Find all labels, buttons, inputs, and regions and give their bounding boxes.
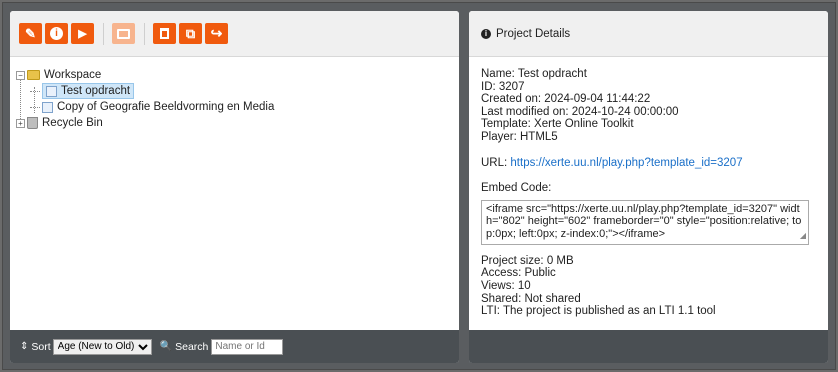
shared-status: Shared: Not shared: [481, 292, 581, 305]
search-label: Search: [175, 340, 209, 353]
details-title: Project Details: [496, 27, 571, 40]
details-footer: [469, 330, 828, 363]
details-header: i Project Details: [469, 11, 828, 57]
embed-code-textarea[interactable]: <iframe src="https://xerte.uu.nl/play.ph…: [481, 199, 809, 245]
folder-icon: [27, 70, 40, 80]
info-icon: i: [481, 28, 491, 39]
collapse-toggle[interactable]: −: [16, 70, 25, 80]
delete-icon: [160, 28, 169, 39]
details-panel: i Project Details Name: Test opdracht ID…: [469, 11, 828, 363]
workspace-panel: ✎ i ▶ ⧉ ↪ − Workspace Test opdracht Copy…: [10, 11, 459, 363]
expand-toggle[interactable]: +: [16, 118, 25, 128]
lti-status: LTI: The project is published as an LTI …: [481, 305, 716, 318]
player-name: Player: HTML5: [481, 130, 558, 143]
properties-button[interactable]: i: [45, 23, 68, 44]
sort-icon: ⇕: [20, 341, 29, 352]
access-level: Access: Public: [481, 267, 556, 280]
play-icon: ▶: [78, 28, 87, 40]
project-size: Project size: 0 MB: [481, 254, 574, 267]
file-icon: [42, 101, 53, 113]
tree-node-workspace[interactable]: − Workspace: [16, 67, 459, 83]
view-count: Views: 10: [481, 279, 531, 292]
search-icon: 🔍: [159, 341, 173, 352]
embed-code-text: <iframe src="https://xerte.uu.nl/play.ph…: [486, 202, 802, 240]
tree-node-copy-geografie[interactable]: Copy of Geografie Beeldvorming en Media: [16, 99, 459, 115]
share-button[interactable]: ↪: [205, 23, 228, 44]
delete-button[interactable]: [153, 23, 176, 44]
tree-node-test-opdracht[interactable]: Test opdracht: [16, 83, 459, 99]
tree-node-recycle-bin[interactable]: + Recycle Bin: [16, 115, 459, 131]
project-url-link[interactable]: https://xerte.uu.nl/play.php?template_id…: [510, 157, 742, 169]
app-frame: ✎ i ▶ ⧉ ↪ − Workspace Test opdracht Copy…: [2, 2, 836, 370]
modified-date: Last modified on: 2024-10-24 00:00:00: [481, 105, 679, 118]
info-icon: i: [50, 27, 63, 40]
play-button[interactable]: ▶: [71, 23, 94, 44]
duplicate-icon: ⧉: [185, 25, 196, 41]
tree-node-label: Recycle Bin: [42, 117, 103, 129]
new-folder-button[interactable]: [112, 23, 135, 44]
project-tree: − Workspace Test opdracht Copy of Geogra…: [10, 57, 459, 131]
resize-grip-icon[interactable]: ◢: [800, 230, 806, 243]
tree-node-label: Workspace: [44, 69, 102, 81]
search-input[interactable]: [211, 338, 284, 355]
toolbar: ✎ i ▶ ⧉ ↪: [10, 11, 459, 57]
project-name: Name: Test opdracht: [481, 68, 587, 80]
project-id: ID: 3207: [481, 80, 525, 93]
file-icon: [46, 85, 57, 97]
edit-icon: ✎: [25, 25, 36, 41]
sort-search-bar: ⇕ Sort Age (New to Old) 🔍 Search: [10, 330, 459, 363]
tree-node-selected[interactable]: Test opdracht: [42, 83, 135, 99]
sort-select[interactable]: Age (New to Old): [52, 338, 152, 355]
template-name: Template: Xerte Online Toolkit: [481, 118, 634, 131]
embed-label: Embed Code:: [481, 182, 552, 195]
url-row: URL: https://xerte.uu.nl/play.php?templa…: [481, 156, 743, 169]
tree-node-label: Copy of Geografie Beeldvorming en Media: [57, 101, 275, 113]
created-date: Created on: 2024-09-04 11:44:22: [481, 93, 651, 106]
tree-node-label: Test opdracht: [61, 85, 131, 97]
toolbar-divider: [103, 22, 104, 45]
folder-icon: [117, 28, 130, 39]
details-body: Name: Test opdracht ID: 3207 Created on:…: [469, 57, 828, 318]
duplicate-button[interactable]: ⧉: [179, 23, 202, 44]
recycle-bin-icon: [27, 117, 38, 129]
share-icon: ↪: [210, 25, 223, 41]
edit-button[interactable]: ✎: [19, 23, 42, 44]
sort-label: Sort: [31, 340, 51, 353]
toolbar-divider: [144, 22, 145, 45]
